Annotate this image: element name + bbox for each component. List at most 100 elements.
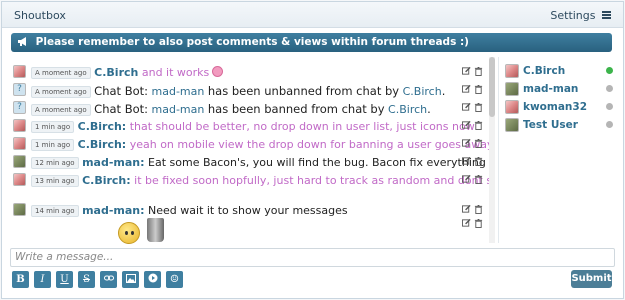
hamburger-icon — [602, 10, 611, 20]
message-text: has been unbanned from chat by — [207, 84, 400, 98]
image-button[interactable] — [122, 271, 139, 288]
user-avatar — [505, 100, 519, 114]
message-text: Eat some Bacon's, you will find the bug.… — [148, 156, 486, 169]
message-tools — [462, 84, 486, 97]
message-tools — [462, 138, 486, 151]
edit-icon[interactable] — [462, 102, 471, 112]
notice-text: Please remember to also post comments & … — [35, 36, 469, 48]
message-line: 1 min ago C.Birch: that should be better… — [31, 120, 475, 133]
bot-name: Chat Bot: — [94, 102, 149, 116]
delete-icon[interactable] — [474, 120, 483, 130]
username-link[interactable]: mad-man — [152, 85, 205, 98]
chat-messages[interactable]: A moment ago C.Birch and it works? A mome… — [9, 57, 489, 243]
submit-button[interactable]: Submit — [571, 270, 612, 288]
timestamp: A moment ago — [31, 104, 91, 116]
avatar[interactable] — [13, 173, 26, 186]
smiley-emoji — [118, 222, 140, 244]
message-line: 1 min ago C.Birch: yeah on mobile view t… — [31, 138, 489, 151]
link-button[interactable] — [100, 271, 117, 288]
status-dot — [606, 67, 613, 74]
message-line: A moment ago Chat Bot: mad-man has been … — [31, 102, 431, 116]
video-button[interactable] — [144, 271, 161, 288]
italic-button[interactable]: I — [34, 271, 51, 288]
settings-button[interactable]: Settings — [550, 9, 611, 22]
username-link[interactable]: mad-man — [152, 103, 205, 116]
panel-divider — [498, 57, 499, 243]
underline-button[interactable]: U — [56, 271, 73, 288]
edit-icon[interactable] — [462, 138, 471, 148]
bot-name: Chat Bot: — [94, 84, 149, 98]
delete-icon[interactable] — [474, 84, 483, 94]
message-text: has been banned from chat by — [207, 102, 385, 116]
username-link[interactable]: C.Birch — [388, 103, 427, 116]
online-user-name[interactable]: C.Birch — [523, 65, 565, 77]
online-user[interactable]: kwoman32 — [503, 98, 615, 116]
shoutbox-header: Shoutbox Settings — [2, 2, 623, 28]
message-text: and it works — [141, 66, 210, 79]
edit-icon[interactable] — [462, 156, 471, 166]
emoticon-button[interactable]: ☺ — [166, 271, 183, 288]
message-tools — [462, 218, 486, 231]
delete-icon[interactable] — [474, 204, 483, 214]
online-user-name[interactable]: kwoman32 — [523, 101, 587, 113]
chat-message: ? A moment ago Chat Bot: mad-man has been… — [9, 99, 489, 117]
tongue-emoji — [212, 66, 224, 77]
avatar[interactable] — [13, 155, 26, 168]
message-line: 12 min ago mad-man: Eat some Bacon's, yo… — [31, 156, 486, 169]
message-tools — [462, 156, 486, 169]
chat-message: 1 min ago C.Birch: that should be better… — [9, 117, 489, 135]
delete-icon[interactable] — [474, 66, 483, 76]
edit-icon[interactable] — [462, 120, 471, 130]
forum-notice-banner: Please remember to also post comments & … — [11, 33, 612, 52]
username[interactable]: C.Birch: — [78, 120, 127, 133]
delete-icon[interactable] — [474, 138, 483, 148]
avatar[interactable]: ? — [13, 101, 26, 114]
delete-icon[interactable] — [474, 174, 483, 184]
status-dot — [606, 103, 613, 110]
delete-icon[interactable] — [474, 218, 483, 228]
megaphone-icon — [18, 37, 26, 46]
coffee-cup-image — [147, 218, 164, 242]
shoutbox-title: Shoutbox — [14, 9, 66, 22]
message-tools — [462, 66, 486, 79]
message-text: it be fixed soon hopfully, just hard to … — [134, 174, 489, 187]
avatar[interactable] — [13, 119, 26, 132]
message-line: 13 min ago C.Birch: it be fixed soon hop… — [31, 174, 489, 187]
edit-icon[interactable] — [462, 218, 471, 228]
user-avatar — [505, 64, 519, 78]
online-user-name[interactable]: mad-man — [523, 83, 578, 95]
chat-scrollbar[interactable] — [489, 57, 495, 243]
user-avatar — [505, 118, 519, 132]
delete-icon[interactable] — [474, 156, 483, 166]
settings-label: Settings — [550, 9, 596, 22]
bold-button[interactable]: B — [12, 271, 29, 288]
timestamp: 1 min ago — [31, 121, 75, 133]
avatar[interactable] — [13, 137, 26, 150]
username[interactable]: mad-man: — [82, 156, 144, 169]
edit-icon[interactable] — [462, 66, 471, 76]
online-user[interactable]: C.Birch — [503, 62, 615, 80]
username-link[interactable]: C.Birch — [403, 85, 442, 98]
online-user-name[interactable]: Test User — [523, 119, 578, 131]
chat-message: 1 min ago C.Birch: yeah on mobile view t… — [9, 135, 489, 153]
message-input[interactable] — [10, 248, 615, 267]
username[interactable]: C.Birch — [94, 66, 138, 79]
timestamp: A moment ago — [31, 86, 91, 98]
edit-icon[interactable] — [462, 84, 471, 94]
timestamp: 13 min ago — [31, 175, 79, 187]
delete-icon[interactable] — [474, 102, 483, 112]
username[interactable]: C.Birch: — [82, 174, 131, 187]
strikethrough-button[interactable]: S — [78, 271, 95, 288]
online-user[interactable]: Test User — [503, 116, 615, 134]
edit-icon[interactable] — [462, 204, 471, 214]
online-user[interactable]: mad-man — [503, 80, 615, 98]
user-avatar — [505, 82, 519, 96]
avatar[interactable] — [13, 65, 26, 78]
message-text: that should be better, no drop down in u… — [129, 120, 475, 133]
status-dot — [606, 121, 613, 128]
edit-icon[interactable] — [462, 174, 471, 184]
message-tools-extra — [9, 215, 489, 233]
avatar[interactable]: ? — [13, 83, 26, 96]
chat-scrollbar-thumb[interactable] — [489, 57, 495, 117]
username[interactable]: C.Birch: — [78, 138, 127, 151]
